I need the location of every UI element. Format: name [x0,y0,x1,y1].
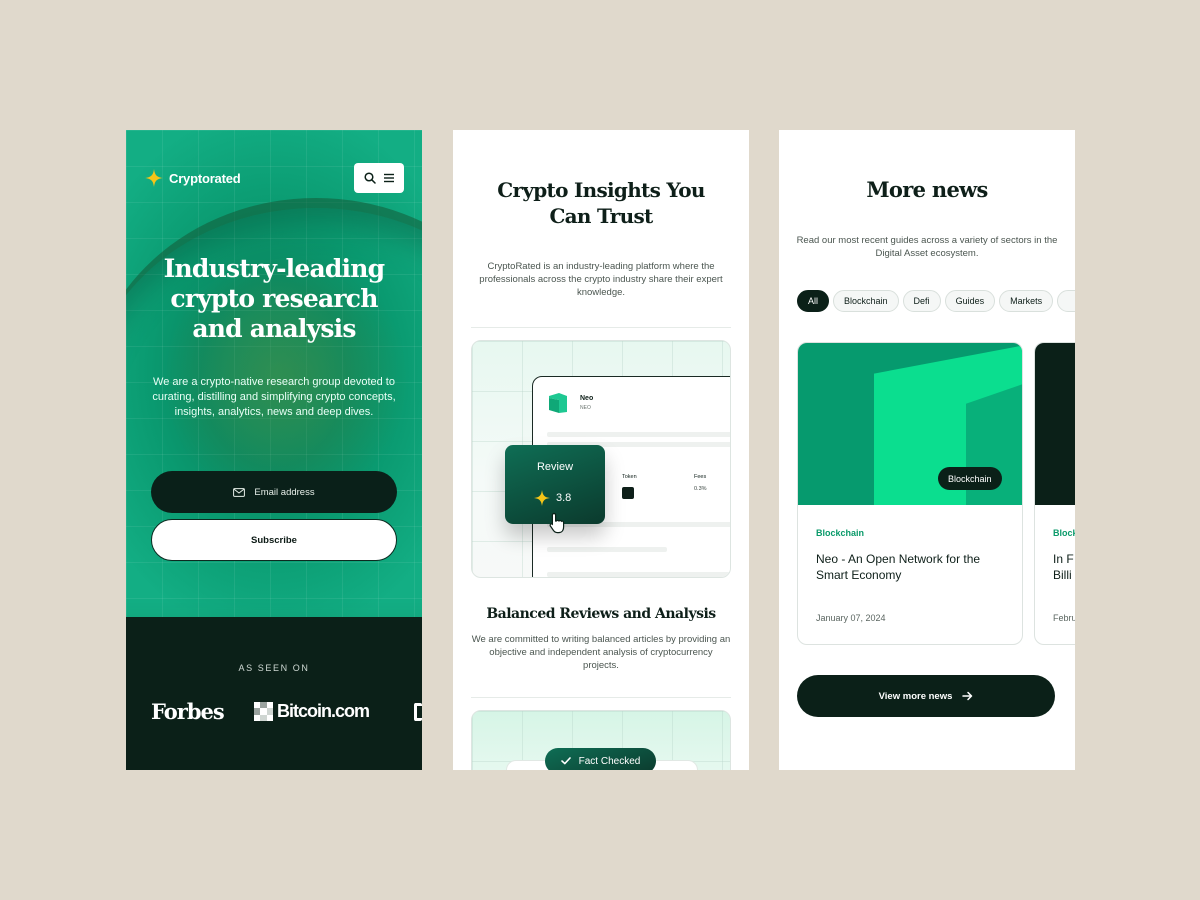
section-title: Balanced Reviews and Analysis [486,606,716,622]
placeholder-bar [547,547,667,552]
fees-column-label: Fees [694,474,707,480]
news-card-image: Blockchain [798,343,1022,505]
filter-all[interactable]: All [797,290,830,312]
news-card-date: Febru [1053,613,1075,623]
news-panel: More news Read our most recent guides ac… [779,130,1075,770]
as-seen-on-label: AS SEEN ON [238,663,310,673]
section-description: We are committed to writing balanced art… [471,634,731,671]
neo-logo-icon [549,393,567,413]
news-card-title[interactable]: Neo - An Open Network for the Smart Econ… [816,551,1011,583]
search-icon[interactable] [363,172,376,184]
email-input[interactable]: Email address [151,471,397,513]
filter-more-partial[interactable] [1057,290,1075,312]
subscribe-button[interactable]: Subscribe [151,519,397,561]
filter-defi[interactable]: Defi [902,290,941,312]
news-card-image [1035,343,1075,505]
fee-value: 0.3% [694,486,707,492]
news-card[interactable]: Blockchain Blockchain Neo - An Open Netw… [797,342,1023,645]
news-description: Read our most recent guides across a var… [796,235,1058,259]
placeholder-bar [547,572,730,577]
divider [471,697,731,698]
news-card-date: January 07, 2024 [816,613,886,623]
bitcoin-com-logo: Bitcoin.com [254,701,370,722]
email-placeholder: Email address [254,486,315,498]
review-score: 3.8 [534,490,571,506]
news-card-category: Blockchain [816,528,865,538]
filter-markets[interactable]: Markets [999,290,1054,312]
news-title: More news [866,177,988,202]
news-card[interactable]: Block In F Billi Febru [1034,342,1075,645]
token-icon [622,487,634,499]
fact-checked-label: Fact Checked [578,755,641,767]
hero-section: Cryptorated Industry-leading crypto rese… [126,130,422,617]
token-column-label: Token [622,474,637,480]
review-label: Review [536,461,574,473]
hamburger-menu-icon[interactable] [383,173,395,183]
view-more-label: View more news [878,690,953,702]
partial-brand-logo [414,703,422,721]
check-icon [560,757,571,765]
category-badge: Blockchain [938,467,1002,490]
star-icon [534,490,550,506]
coin-ticker: NEO [580,405,591,411]
divider [471,327,731,328]
filter-guides[interactable]: Guides [944,290,996,312]
insights-panel: Crypto Insights You Can Trust CryptoRate… [453,130,749,770]
fact-checked-badge: Fact Checked [545,748,656,770]
placeholder-bar [547,432,730,437]
arrow-right-icon [962,691,973,701]
category-filter-bar: All Blockchain Defi Guides Markets [797,290,1075,312]
news-card-category: Block [1053,528,1075,538]
brand-name: Cryptorated [169,170,241,186]
hand-cursor-icon [549,512,565,534]
hero-title: Industry-leading crypto research and ana… [163,254,385,343]
forbes-logo: Forbes [151,699,225,724]
insights-description: CryptoRated is an industry-leading platf… [479,261,723,298]
insights-title: Crypto Insights You Can Trust [497,178,705,228]
news-card-title[interactable]: In F Billi [1053,551,1075,583]
bitcoin-com-mark-icon [254,702,273,721]
search-menu-button[interactable] [354,163,404,193]
filter-blockchain[interactable]: Blockchain [833,290,899,312]
mail-icon [233,487,246,497]
sparkle-icon [145,169,163,187]
hero-panel: Cryptorated Industry-leading crypto rese… [126,130,422,770]
as-seen-on-section: AS SEEN ON Forbes Bitcoin.com [126,617,422,770]
view-more-news-button[interactable]: View more news [797,675,1055,717]
hero-description: We are a crypto-native research group de… [152,376,396,418]
coin-name: Neo [580,395,594,402]
review-score-value: 3.8 [556,492,572,504]
bitcoin-com-wordmark: Bitcoin.com [277,701,370,721]
brand-logo[interactable]: Cryptorated [145,169,241,187]
